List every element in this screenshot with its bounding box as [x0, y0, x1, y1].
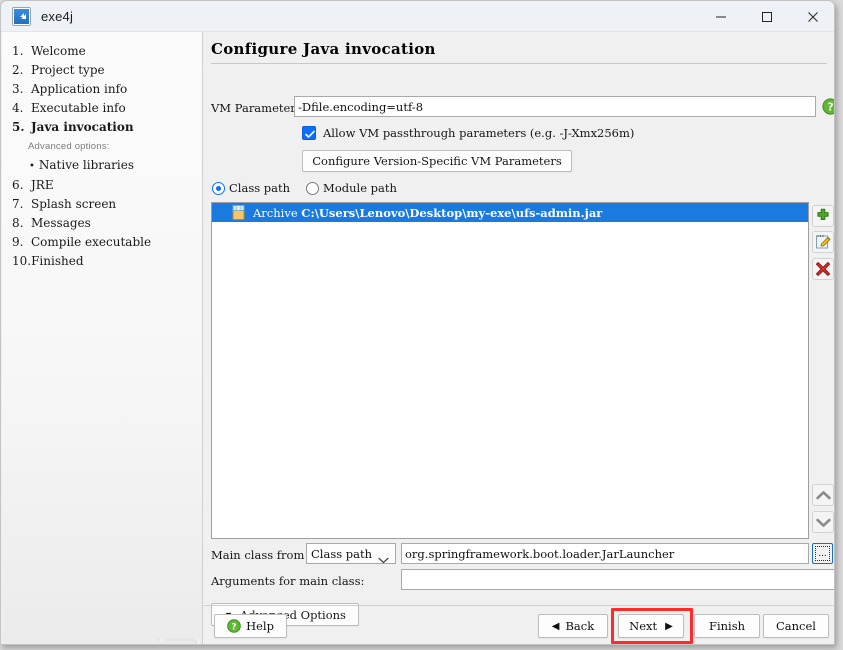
- step-number: 7.: [12, 197, 24, 211]
- step-number: 6.: [12, 178, 24, 192]
- step-number: 3.: [12, 82, 24, 96]
- configure-version-specific-vm-parameters-button[interactable]: Configure Version-Specific VM Parameters: [302, 150, 572, 172]
- step-number: 1.: [12, 44, 24, 58]
- help-button-label: Help: [246, 619, 274, 633]
- step-label: Executable info: [31, 101, 126, 115]
- vm-parameters-input[interactable]: -Dfile.encoding=utf-8: [294, 96, 816, 117]
- finish-button-label: Finish: [708, 619, 746, 633]
- page-title: Configure Java invocation: [211, 40, 436, 58]
- list-item-path: C:\Users\Lenovo\Desktop\my-exe\ufs-admin…: [301, 205, 603, 220]
- edit-icon[interactable]: [812, 231, 834, 253]
- jar-archive-icon: [232, 205, 245, 220]
- arguments-label: Arguments for main class:: [211, 574, 365, 588]
- class-path-label: Class path: [229, 181, 291, 195]
- module-path-label: Module path: [323, 181, 397, 195]
- triangle-left-icon: ◀: [551, 620, 560, 632]
- browse-main-class-button[interactable]: ...: [812, 543, 833, 564]
- sidebar-item-project-type[interactable]: 2. Project type: [2, 61, 202, 80]
- arguments-input[interactable]: [401, 569, 834, 590]
- wizard-steps-sidebar: 1. Welcome 2. Project type 3. Application i…: [2, 32, 203, 644]
- sidebar-item-executable-info[interactable]: 4. Executable info: [2, 99, 202, 118]
- step-label: Messages: [31, 216, 91, 230]
- main-class-input[interactable]: org.springframework.boot.loader.JarLaunc…: [401, 543, 809, 564]
- allow-passthrough-row[interactable]: Allow VM passthrough parameters (e.g. -J…: [302, 126, 634, 140]
- step-number: 4.: [12, 101, 24, 115]
- step-number: 2.: [12, 63, 24, 77]
- cancel-button[interactable]: Cancel: [763, 614, 829, 638]
- cancel-button-label: Cancel: [776, 619, 816, 633]
- list-item[interactable]: Archive C:\Users\Lenovo\Desktop\my-exe\u…: [212, 203, 808, 222]
- help-icon[interactable]: ?: [822, 98, 834, 115]
- allow-passthrough-label: Allow VM passthrough parameters (e.g. -J…: [323, 126, 635, 140]
- list-item-type: Archive: [253, 205, 298, 220]
- main-panel: Configure Java invocation VM Parameters:…: [204, 32, 834, 644]
- title-divider: [211, 63, 827, 64]
- main-class-from-label: Main class from: [211, 548, 305, 562]
- svg-text:?: ?: [231, 622, 236, 632]
- chevron-up-icon[interactable]: [812, 484, 834, 506]
- allow-passthrough-checkbox[interactable]: [302, 126, 316, 140]
- sidebar-item-jre[interactable]: 6. JRE: [2, 176, 202, 195]
- window-title: exe4j: [41, 8, 74, 24]
- window-controls: [698, 1, 834, 32]
- sidebar-item-splash-screen[interactable]: 7. Splash screen: [2, 195, 202, 214]
- main-class-source-select[interactable]: Class path: [306, 543, 396, 564]
- delete-icon[interactable]: [812, 258, 834, 280]
- step-list: 1. Welcome 2. Project type 3. Application i…: [2, 32, 202, 271]
- sidebar-item-welcome[interactable]: 1. Welcome: [2, 42, 202, 61]
- title-bar: exe4j: [1, 1, 834, 32]
- next-button-label: Next: [629, 619, 658, 633]
- close-button[interactable]: [790, 1, 834, 32]
- path-mode-radio-group: Class path Module path: [212, 181, 397, 195]
- step-number: 9.: [12, 235, 24, 249]
- sidebar-advanced-options-header: Advanced options:: [28, 141, 110, 152]
- step-number: 10.: [12, 254, 32, 268]
- step-label: Application info: [31, 82, 128, 96]
- module-path-radio[interactable]: [306, 181, 320, 195]
- main-class-source-value: Class path: [311, 546, 373, 561]
- exe4j-app-icon: [13, 7, 30, 25]
- exe4j-wizard-window: exe4j 1. Welcome 2. Project type 3. Applica…: [0, 0, 835, 645]
- sidebar-item-java-invocation[interactable]: 5. Java invocation: [2, 118, 202, 137]
- chevron-down-icon: [378, 551, 389, 569]
- chevron-down-icon[interactable]: [812, 511, 834, 533]
- step-label: Welcome: [31, 44, 86, 58]
- finish-button[interactable]: Finish: [694, 614, 760, 638]
- step-label: Finished: [31, 254, 84, 268]
- step-label: Project type: [31, 63, 105, 77]
- list-item-text: Archive C:\Users\Lenovo\Desktop\my-exe\u…: [253, 206, 602, 220]
- exe4j-watermark: exe4j: [150, 636, 200, 644]
- vm-parameters-label: VM Parameters:: [211, 101, 306, 115]
- step-number: 5.: [12, 120, 25, 134]
- next-button[interactable]: Next ▶: [618, 614, 684, 638]
- maximize-button[interactable]: [744, 1, 790, 32]
- step-number: 8.: [12, 216, 24, 230]
- minimize-button[interactable]: [698, 1, 744, 32]
- help-icon: ?: [227, 619, 241, 633]
- footer-divider: [204, 605, 834, 606]
- step-label: Native libraries: [38, 158, 134, 172]
- back-button[interactable]: ◀ Back: [538, 614, 608, 638]
- step-label: Compile executable: [31, 235, 152, 249]
- step-label: Splash screen: [31, 197, 117, 211]
- triangle-right-icon: ▶: [665, 620, 673, 632]
- add-icon[interactable]: [812, 205, 834, 227]
- back-button-label: Back: [565, 619, 595, 633]
- sidebar-item-application-info[interactable]: 3. Application info: [2, 80, 202, 99]
- step-label: JRE: [31, 178, 54, 192]
- help-button[interactable]: ? Help: [214, 614, 287, 638]
- sidebar-item-messages[interactable]: 8. Messages: [2, 214, 202, 233]
- step-label: Java invocation: [31, 120, 134, 134]
- classpath-list[interactable]: Archive C:\Users\Lenovo\Desktop\my-exe\u…: [211, 202, 809, 539]
- bullet-icon: •: [29, 161, 35, 172]
- svg-text:?: ?: [827, 101, 833, 113]
- sidebar-item-finished[interactable]: 10.Finished: [2, 252, 202, 271]
- class-path-radio[interactable]: [212, 181, 225, 195]
- browse-dots: ...: [815, 546, 830, 561]
- sidebar-item-compile-executable[interactable]: 9. Compile executable: [2, 233, 202, 252]
- sidebar-item-native-libraries[interactable]: • Native libraries: [2, 156, 202, 176]
